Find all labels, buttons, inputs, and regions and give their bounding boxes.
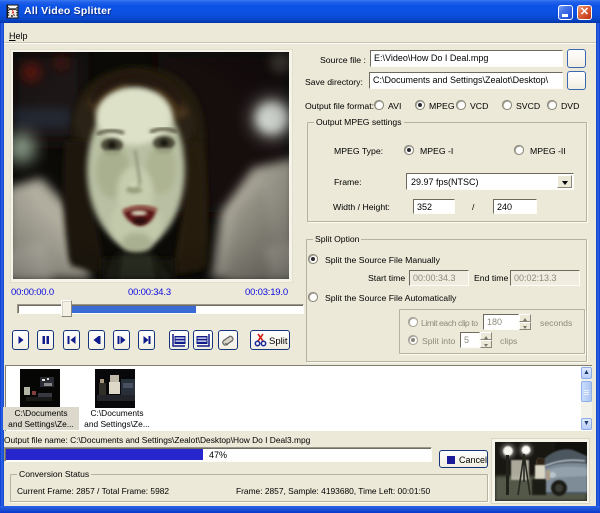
svg-text:Split: Split bbox=[269, 336, 288, 347]
